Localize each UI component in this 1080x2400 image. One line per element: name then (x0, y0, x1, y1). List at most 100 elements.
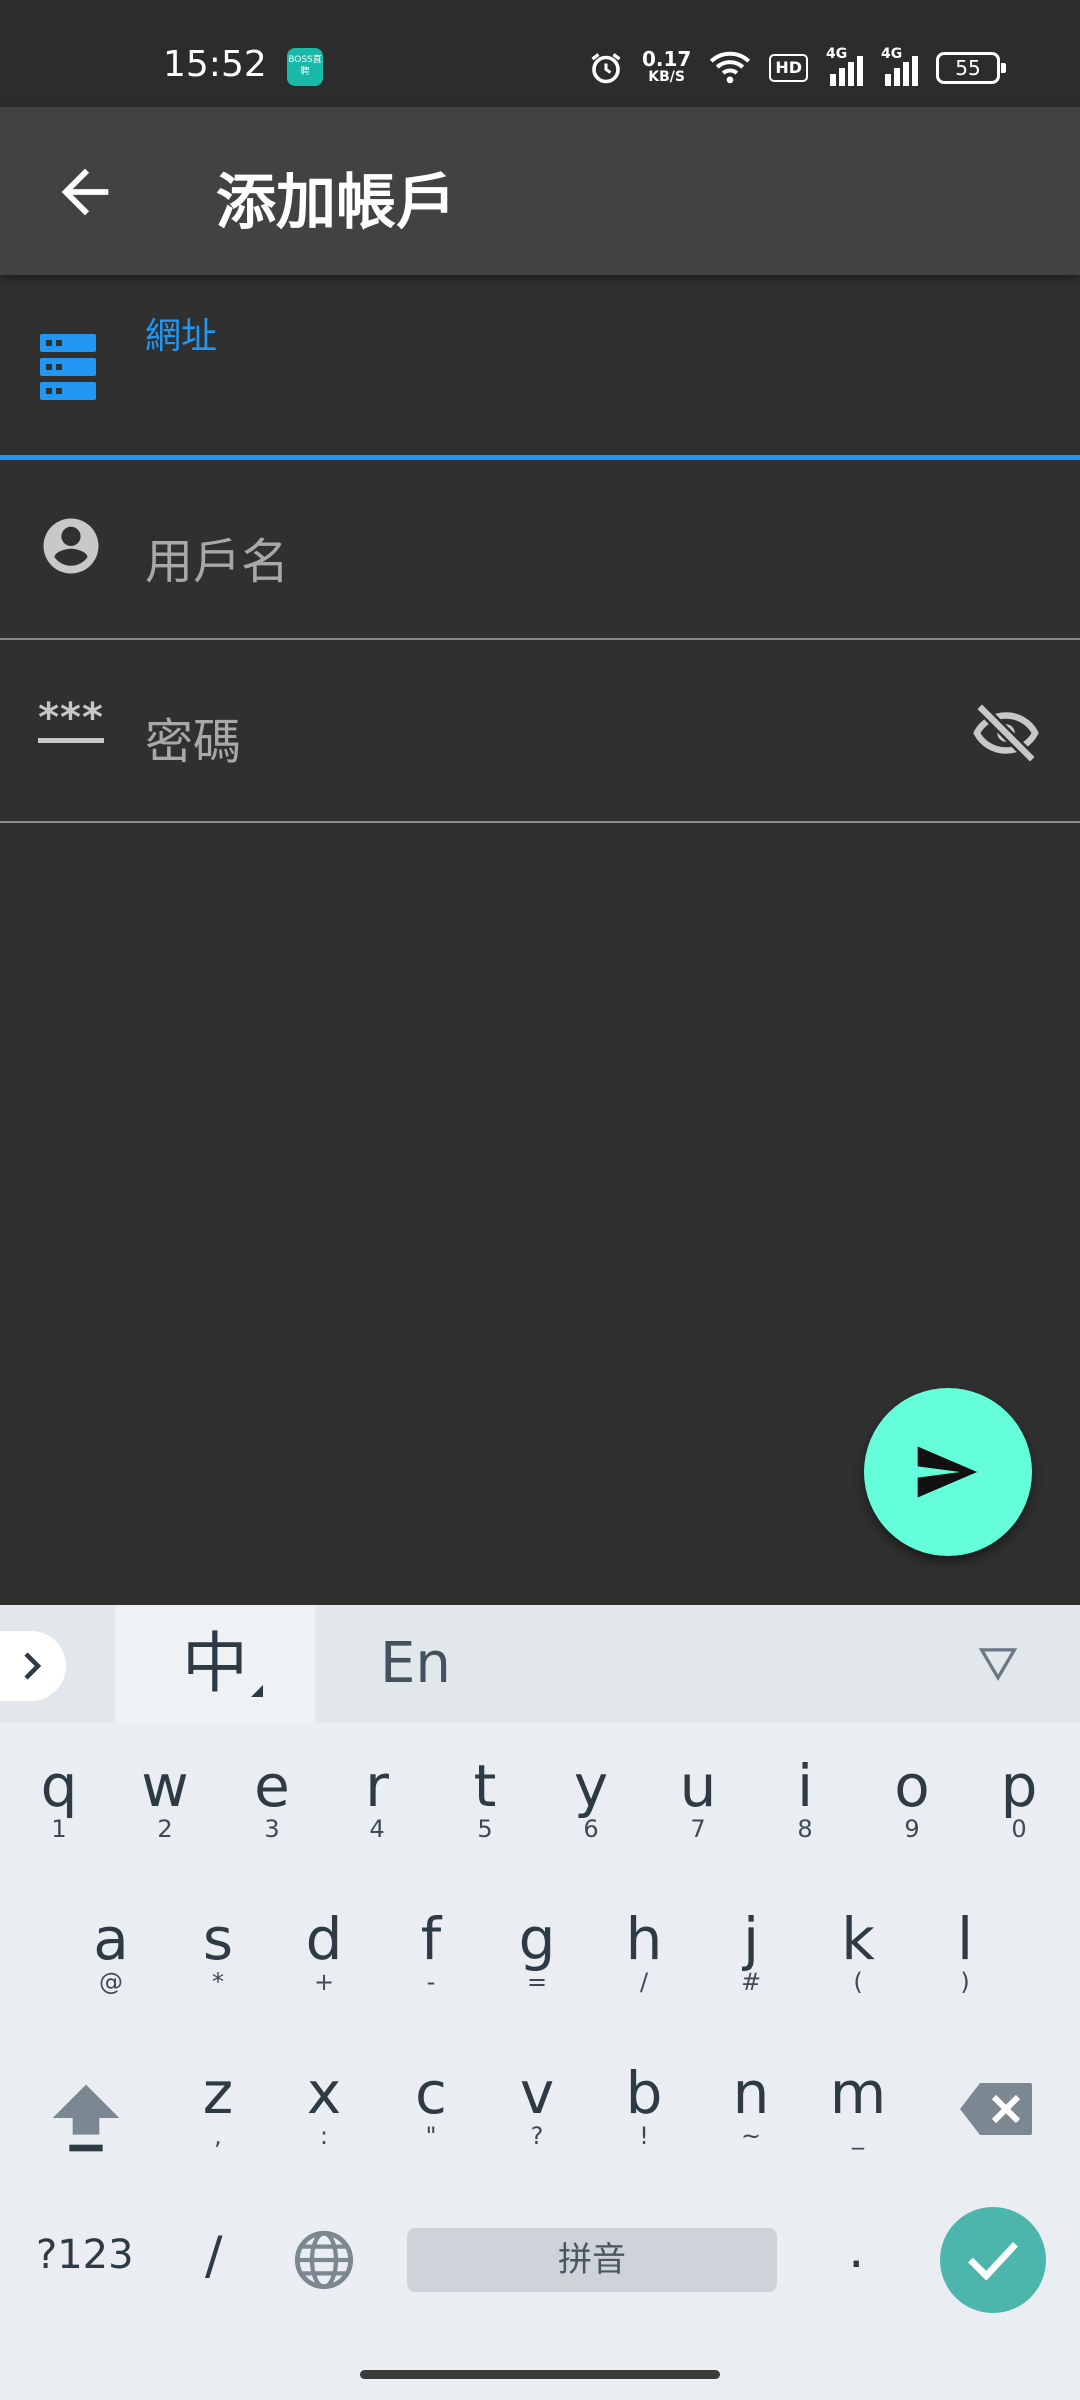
key-p[interactable]: p0 (974, 1756, 1064, 1842)
key-y[interactable]: y6 (546, 1756, 636, 1842)
key-h[interactable]: h / (599, 1909, 689, 1995)
key-a[interactable]: a @ (66, 1909, 156, 1995)
key-d[interactable]: d + (279, 1909, 369, 1995)
alarm-icon (591, 53, 621, 84)
key-sub: 0 (1011, 1815, 1027, 1843)
net-speed-value: 0.17 (641, 47, 692, 71)
key-s[interactable]: s * (173, 1909, 263, 1995)
send-icon (917, 1446, 978, 1498)
key-r[interactable]: r4 (332, 1756, 422, 1842)
key-x[interactable]: x: (279, 2063, 369, 2149)
key-letter: e (254, 1752, 290, 1820)
password-field[interactable]: *** 密碼 (0, 640, 1080, 823)
keyboard-expand-button[interactable] (0, 1631, 66, 1701)
back-button[interactable] (50, 157, 120, 227)
eye-off-icon (973, 702, 1039, 764)
slash-key[interactable]: / (205, 2226, 223, 2286)
key-letter: g (518, 1905, 556, 1973)
key-sub: = (526, 1968, 548, 1996)
key-u[interactable]: u7 (653, 1756, 743, 1842)
key-sub: " (425, 2122, 437, 2150)
net-speed-unit: KB/S (648, 69, 685, 85)
key-i[interactable]: i8 (760, 1756, 850, 1842)
server-icon (40, 334, 96, 400)
key-letter: a (93, 1905, 129, 1973)
key-w[interactable]: w2 (120, 1756, 210, 1842)
key-o[interactable]: o9 (867, 1756, 957, 1842)
key-letter: z (202, 2059, 234, 2127)
gesture-nav-handle[interactable] (360, 2370, 720, 2379)
language-key[interactable] (292, 2228, 356, 2296)
tab-english[interactable]: En (380, 1605, 451, 1723)
key-letter: u (679, 1752, 717, 1820)
symbols-key[interactable]: ?123 (36, 2232, 134, 2278)
key-letter: b (625, 2059, 663, 2127)
key-j[interactable]: j # (706, 1909, 796, 1995)
tab-chinese-label: 中 (182, 1625, 248, 1702)
key-b[interactable]: b! (599, 2063, 689, 2149)
space-key[interactable]: 拼音 (407, 2228, 777, 2292)
username-field[interactable]: 用戶名 (0, 460, 1080, 640)
key-letter: w (141, 1752, 189, 1820)
enter-key[interactable] (940, 2207, 1046, 2313)
toggle-password-visibility-button[interactable] (970, 698, 1042, 768)
key-l[interactable]: l) (920, 1909, 1010, 1995)
globe-icon (294, 2230, 354, 2290)
signal-2-icon: 4G (881, 46, 918, 86)
key-sub: 5 (477, 1815, 493, 1843)
key-q[interactable]: q1 (14, 1756, 104, 1842)
shift-arrow-icon (52, 2084, 120, 2152)
signal-1-icon: 4G (826, 46, 863, 86)
key-z[interactable]: z, (173, 2063, 263, 2149)
key-sub: 4 (369, 1815, 385, 1843)
key-t[interactable]: t5 (440, 1756, 530, 1842)
period-key[interactable]: . (848, 2220, 865, 2280)
key-sub: + (313, 1968, 335, 1996)
key-sub: ! (639, 2122, 649, 2150)
key-n[interactable]: n ~ (706, 2063, 796, 2149)
tab-chinese[interactable]: 中 (115, 1605, 315, 1723)
key-letter: s (202, 1905, 234, 1973)
key-letter: r (365, 1752, 389, 1820)
key-v[interactable]: v? (492, 2063, 582, 2149)
key-letter: j (742, 1905, 760, 1973)
keyboard-toolbar: 中 En (0, 1605, 1080, 1723)
submit-fab-button[interactable] (864, 1388, 1032, 1556)
key-k[interactable]: k( (813, 1909, 903, 1995)
key-sub: 2 (157, 1815, 173, 1843)
key-c[interactable]: c " (386, 2063, 476, 2149)
key-letter: k (841, 1905, 875, 1973)
check-icon (968, 2241, 1018, 2281)
key-sub: 8 (797, 1815, 813, 1843)
key-letter: o (894, 1752, 930, 1820)
backspace-icon (960, 2083, 1032, 2135)
key-sub: 1 (51, 1815, 67, 1843)
key-sub: 7 (690, 1815, 706, 1843)
triangle-down-icon[interactable] (978, 1645, 1018, 1681)
backspace-key[interactable] (958, 2081, 1034, 2141)
key-f[interactable]: f- (386, 1909, 476, 1995)
key-g[interactable]: g = (492, 1909, 582, 1995)
key-m[interactable]: m _ (813, 2063, 903, 2149)
wifi-icon (710, 51, 751, 84)
key-sub: _ (852, 2122, 864, 2150)
key-sub: - (426, 1968, 436, 1996)
key-sub: ( (853, 1968, 863, 1996)
key-sub: ? (530, 2122, 544, 2150)
url-field[interactable]: 網址 (0, 275, 1080, 460)
account-circle-icon (43, 518, 99, 574)
arrow-left-icon (61, 168, 109, 216)
app-bar: 添加帳戶 (0, 107, 1080, 275)
key-sub: ) (960, 1968, 970, 1996)
key-e[interactable]: e3 (227, 1756, 317, 1842)
password-icon-stars: *** (38, 695, 104, 741)
key-letter: d (305, 1905, 343, 1973)
shift-key[interactable] (46, 2078, 126, 2162)
key-letter: f (420, 1905, 442, 1973)
key-sub: ~ (740, 2122, 762, 2150)
status-time: 15:52 (163, 44, 267, 85)
key-letter: q (40, 1752, 78, 1820)
key-letter: h (625, 1905, 663, 1973)
key-letter: v (519, 2059, 555, 2127)
hd-badge: HD (769, 54, 808, 82)
